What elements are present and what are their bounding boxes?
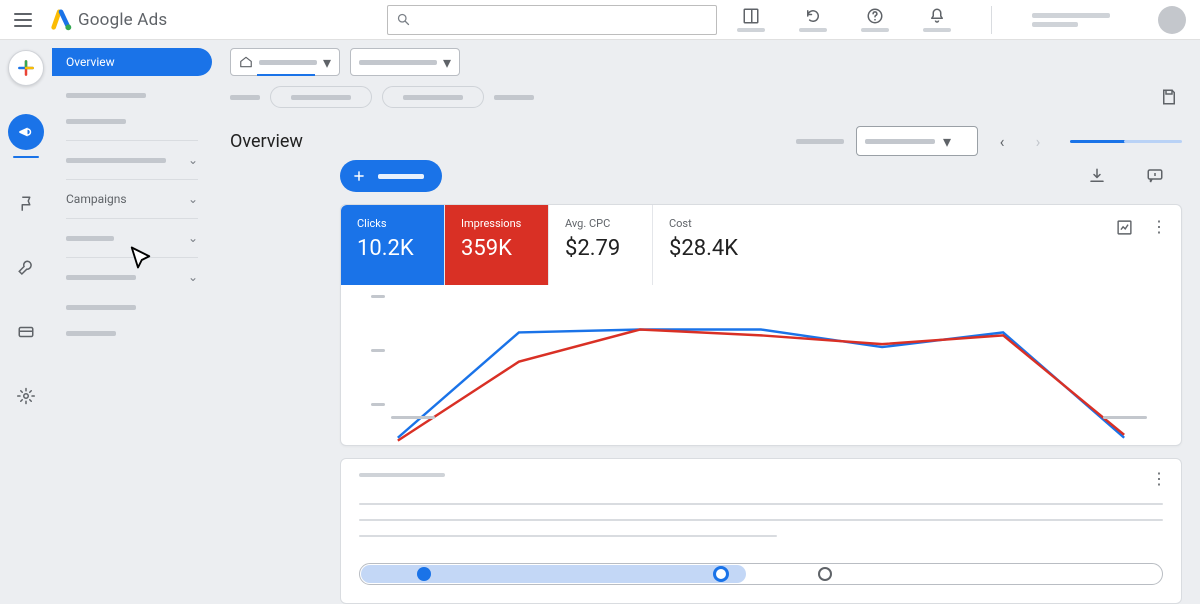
line-chart[interactable] <box>371 291 1151 431</box>
nav-item[interactable] <box>52 82 212 108</box>
account-switcher[interactable] <box>1032 13 1110 27</box>
side-nav: Overview ⌄ Campaigns⌄ ⌄ ⌄ <box>52 40 212 600</box>
nav-item[interactable]: ⌄ <box>52 264 212 290</box>
rail-billing-icon[interactable] <box>8 314 44 350</box>
create-button[interactable] <box>8 50 44 86</box>
rail-campaigns-icon[interactable] <box>8 114 44 150</box>
product-logo[interactable]: Google Ads <box>50 9 167 31</box>
download-icon[interactable] <box>1088 167 1106 185</box>
filter-chip[interactable] <box>382 86 484 108</box>
metric-tile[interactable]: Avg. CPC$2.79 <box>549 205 653 285</box>
filter-row <box>230 86 1182 108</box>
top-bar: Google Ads <box>0 0 1200 40</box>
left-rail <box>0 40 52 600</box>
metric-tile[interactable]: Cost$28.4K <box>653 205 757 285</box>
nav-item[interactable] <box>52 108 212 134</box>
new-card-button[interactable] <box>340 160 442 192</box>
expand-chart-icon[interactable] <box>1116 219 1133 236</box>
rail-tools-icon[interactable] <box>8 250 44 286</box>
refresh-icon[interactable] <box>799 7 827 32</box>
ads-logo-icon <box>50 9 72 31</box>
feedback-icon[interactable] <box>1146 167 1164 185</box>
rail-admin-icon[interactable] <box>8 378 44 414</box>
menu-icon[interactable] <box>14 13 32 27</box>
card-menu-icon[interactable]: ⋮ <box>1151 219 1167 236</box>
rail-goals-icon[interactable] <box>8 186 44 222</box>
notifications-icon[interactable] <box>923 7 951 32</box>
compare-label <box>796 139 844 144</box>
nav-item[interactable]: ⌄ <box>52 147 212 173</box>
content-column: ⋮ Clicks10.2K Impressions359K Avg. CPC$2… <box>340 160 1182 600</box>
nav-item[interactable] <box>52 294 212 320</box>
help-icon[interactable] <box>861 7 889 32</box>
progress-slider[interactable] <box>359 563 1163 585</box>
scope-chip-campaign[interactable]: ▾ <box>350 48 460 76</box>
card-menu-icon[interactable]: ⋮ <box>1151 469 1167 488</box>
nav-item[interactable]: ⌄ <box>52 225 212 251</box>
top-utility-icons <box>737 6 1186 34</box>
save-icon[interactable] <box>1160 88 1178 106</box>
date-next-icon: › <box>1026 129 1050 153</box>
metric-tile[interactable]: Clicks10.2K <box>341 205 445 285</box>
nav-campaigns[interactable]: Campaigns⌄ <box>52 186 212 212</box>
metric-row: Clicks10.2K Impressions359K Avg. CPC$2.7… <box>341 205 1181 285</box>
product-name: Google Ads <box>78 10 167 30</box>
date-range-picker[interactable]: ▾ <box>856 126 978 156</box>
recommendation-card: ⋮ <box>340 458 1182 604</box>
nav-overview[interactable]: Overview <box>52 48 212 76</box>
nav-item[interactable] <box>52 320 212 346</box>
search-icon <box>396 12 411 27</box>
home-icon <box>239 55 253 69</box>
filter-chip[interactable] <box>270 86 372 108</box>
page-title: Overview <box>230 131 303 152</box>
scope-chip-account[interactable]: ▾ <box>230 48 340 76</box>
metric-tile[interactable]: Impressions359K <box>445 205 549 285</box>
reports-icon[interactable] <box>737 7 765 32</box>
scorecard-card: ⋮ Clicks10.2K Impressions359K Avg. CPC$2… <box>340 204 1182 446</box>
date-prev-icon[interactable]: ‹ <box>990 129 1014 153</box>
avatar[interactable] <box>1158 6 1186 34</box>
search-input[interactable] <box>387 5 717 35</box>
